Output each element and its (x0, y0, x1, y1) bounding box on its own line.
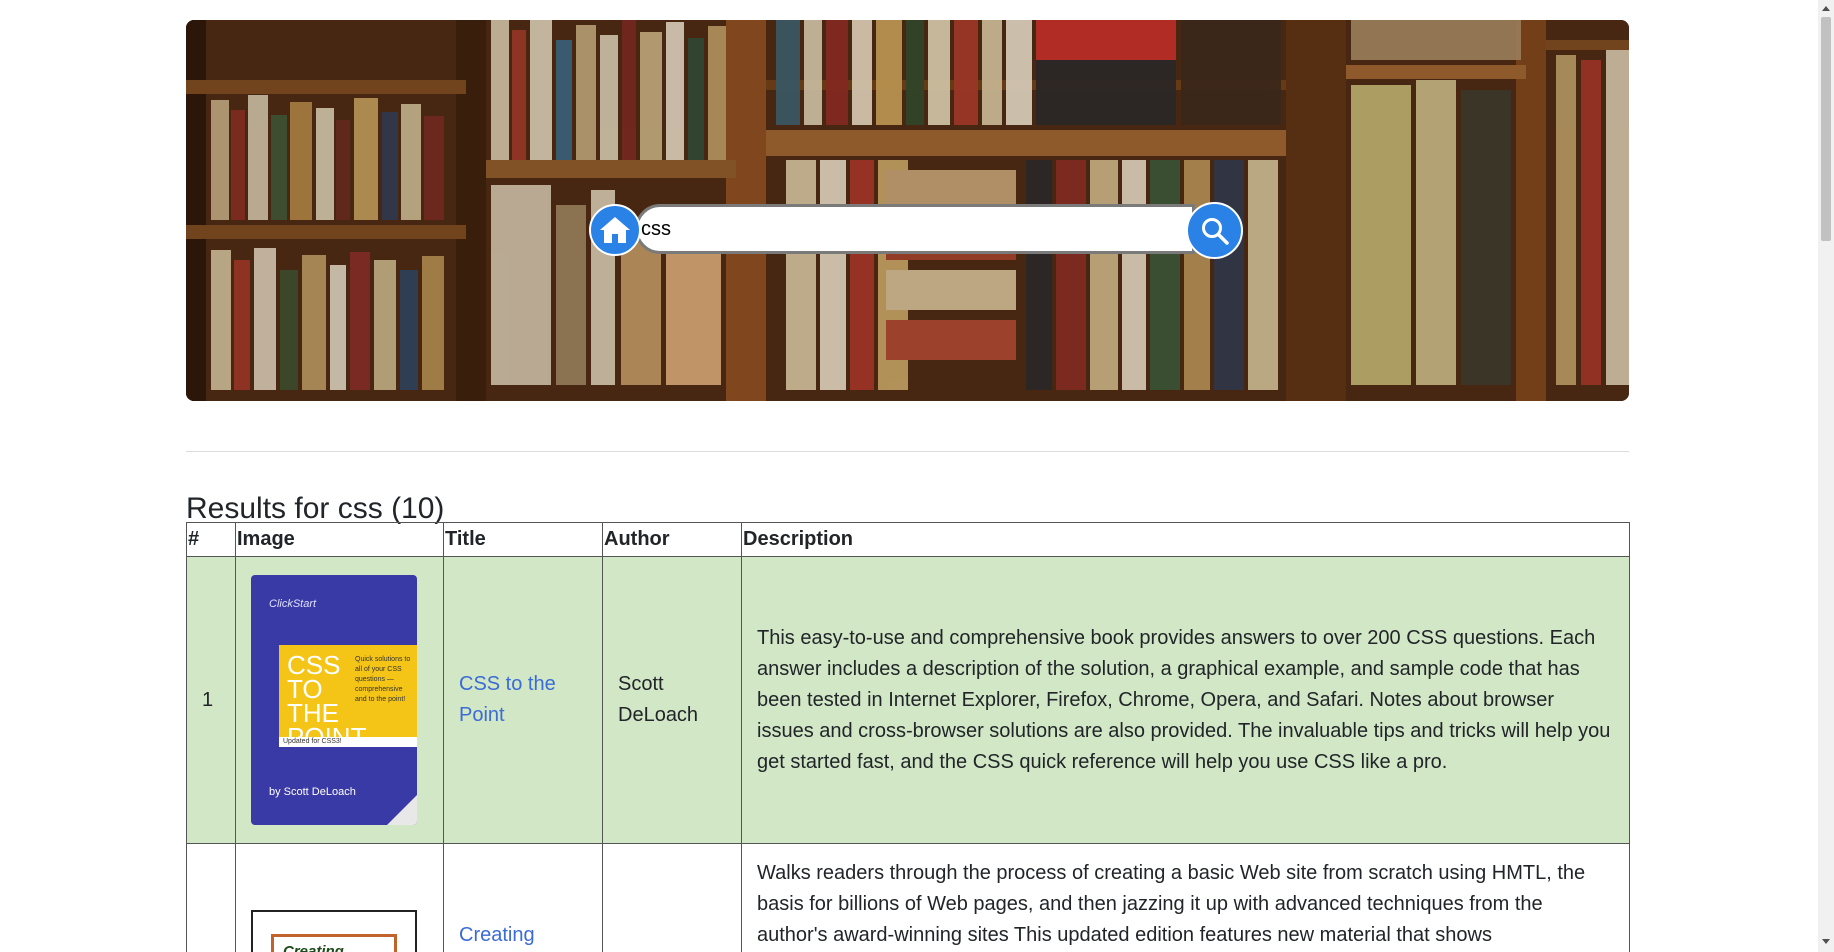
search-button[interactable] (1186, 202, 1243, 259)
search-input[interactable] (635, 204, 1195, 254)
column-header-number: # (186, 522, 236, 557)
magnifier-icon (1201, 217, 1229, 245)
home-icon (600, 217, 630, 243)
results-table: # Image Title Author Description 1 Click… (186, 522, 1630, 952)
author-cell (602, 843, 742, 952)
cover-cell: ClickStart CSS TO THE POINT Quick soluti… (235, 556, 444, 844)
cover-brand: ClickStart (269, 598, 317, 610)
description-cell: Walks readers through the process of cre… (741, 843, 1630, 952)
column-header-author: Author (602, 522, 742, 557)
book-cover-image[interactable]: Creating (251, 910, 417, 952)
scroll-down-arrow-icon[interactable] (1822, 939, 1830, 944)
scrollbar-thumb[interactable] (1821, 17, 1831, 241)
cover-cell: Creating (235, 843, 444, 952)
scroll-up-arrow-icon[interactable] (1822, 6, 1830, 11)
results-label: Results for css (186, 492, 383, 525)
author-cell: Scott DeLoach (602, 556, 742, 844)
cover-blurb: Quick solutions to all of your CSS quest… (355, 656, 411, 703)
results-heading: Results for css (10) (186, 492, 444, 526)
book-title-link[interactable]: CSS to the Point (459, 673, 556, 726)
column-header-image: Image (235, 522, 444, 557)
table-header-row: # Image Title Author Description (186, 522, 1630, 557)
title-cell: CSS to the Point (443, 556, 603, 844)
results-count: (10) (391, 492, 445, 525)
cover-title: Creating (283, 943, 344, 952)
cover-title: CSS TO THE POINT (287, 650, 366, 750)
table-row: 1 ClickStart CSS TO THE POINT Quick solu… (186, 556, 1630, 844)
description-cell: This easy-to-use and comprehensive book … (741, 556, 1630, 844)
column-header-title: Title (443, 522, 603, 557)
table-row: Creating Creating Walks readers through … (186, 843, 1630, 952)
cover-strip: Updated for CSS3! (279, 737, 417, 747)
vertical-scrollbar[interactable] (1818, 0, 1834, 952)
page-curl (387, 795, 417, 825)
row-number (186, 843, 236, 952)
column-header-description: Description (741, 522, 1630, 557)
row-number: 1 (186, 556, 236, 844)
search-bar (589, 202, 1244, 259)
page: Results for css (10) # Image Title Autho… (0, 0, 1818, 952)
cover-byline: by Scott DeLoach (269, 786, 356, 798)
divider (186, 451, 1629, 452)
book-cover-image[interactable]: ClickStart CSS TO THE POINT Quick soluti… (251, 575, 417, 825)
title-cell: Creating (443, 843, 603, 952)
book-title-link[interactable]: Creating (459, 924, 535, 946)
main-container: Results for css (10) # Image Title Autho… (186, 20, 1630, 952)
home-button[interactable] (589, 204, 641, 256)
header-banner (186, 20, 1629, 401)
